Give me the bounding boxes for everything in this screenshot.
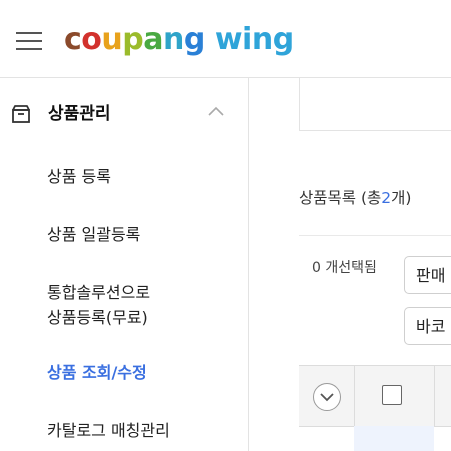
logo-letter bbox=[205, 22, 215, 57]
logo-letter: g bbox=[183, 22, 205, 57]
logo-letter: n bbox=[163, 22, 184, 57]
chevron-down-icon bbox=[320, 393, 334, 402]
logo-letter: o bbox=[81, 22, 102, 57]
logo-letter: p bbox=[122, 22, 144, 57]
main-content: 상품목록 (총2개) 0 개선택됨 판매 바코 bbox=[249, 78, 451, 451]
hamburger-icon[interactable] bbox=[16, 30, 44, 52]
product-count: 2 bbox=[381, 189, 392, 207]
logo-letter: g bbox=[272, 22, 294, 57]
sidebar-section-product-management[interactable]: 상품관리 bbox=[0, 78, 248, 150]
sell-status-button[interactable]: 판매 bbox=[404, 256, 451, 294]
logo-letter: n bbox=[251, 22, 273, 57]
divider bbox=[299, 235, 451, 236]
sidebar-item-integrated-solution[interactable]: 통합솔루션으로 bbox=[47, 281, 150, 305]
table-row[interactable] bbox=[354, 426, 434, 451]
sidebar-item-product-register[interactable]: 상품 등록 bbox=[47, 165, 111, 189]
logo-letter: u bbox=[101, 22, 123, 57]
sidebar-item-product-search-edit[interactable]: 상품 조회/수정 bbox=[47, 361, 147, 385]
sidebar-section-title: 상품관리 bbox=[48, 104, 111, 124]
coupang-wing-logo[interactable]: coupang wing bbox=[64, 20, 294, 60]
select-all-checkbox[interactable] bbox=[382, 385, 402, 405]
sidebar: 상품관리 상품 등록 상품 일괄등록 통합솔루션으로 상품등록(무료) 상품 조… bbox=[0, 78, 249, 451]
expand-all-button[interactable] bbox=[313, 383, 341, 411]
product-table-header bbox=[299, 365, 451, 427]
logo-letter: a bbox=[143, 22, 164, 57]
product-list-title: 상품목록 (총2개) bbox=[299, 189, 412, 207]
sidebar-item-integrated-solution-line2[interactable]: 상품등록(무료) bbox=[47, 306, 148, 330]
sidebar-item-catalog-matching[interactable]: 카탈로그 매칭관리 bbox=[47, 419, 170, 443]
table-header-expand-cell bbox=[299, 366, 355, 426]
box-icon bbox=[12, 105, 30, 123]
logo-letter: w bbox=[214, 22, 243, 57]
search-panel bbox=[299, 78, 451, 131]
chevron-up-icon[interactable] bbox=[206, 104, 226, 118]
top-bar: coupang wing bbox=[0, 0, 451, 78]
barcode-button[interactable]: 바코 bbox=[404, 307, 451, 345]
logo-letter: c bbox=[64, 22, 82, 57]
logo-letter: i bbox=[242, 22, 252, 57]
sidebar-item-bulk-register[interactable]: 상품 일괄등록 bbox=[47, 223, 140, 247]
selected-count: 0 개선택됨 bbox=[312, 260, 377, 276]
table-header-checkbox-cell bbox=[354, 366, 435, 426]
